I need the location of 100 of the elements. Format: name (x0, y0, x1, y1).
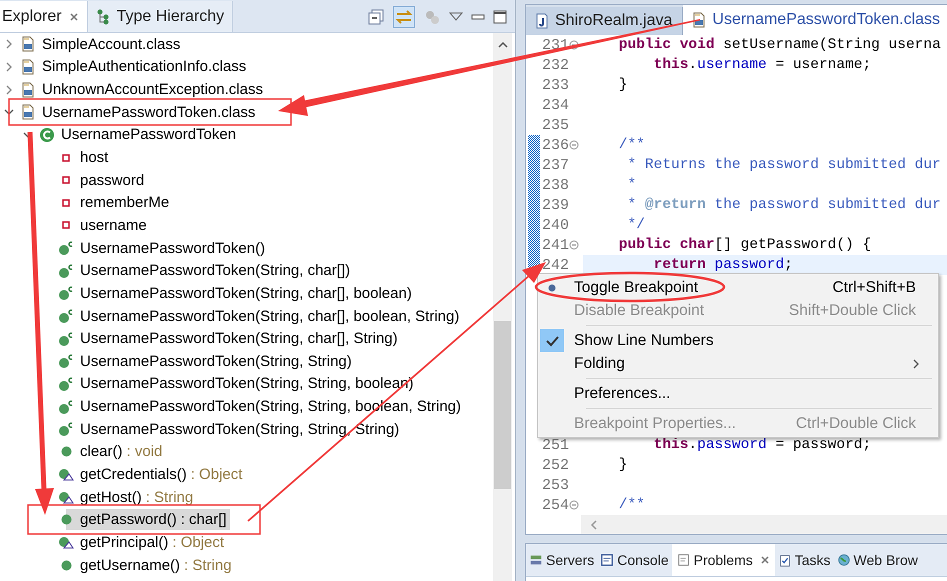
view-tab[interactable]: Tasks (774, 544, 834, 576)
implementing-method-icon (58, 534, 74, 550)
line-number: 252 (541, 456, 569, 474)
tree-item[interactable]: UsernamePasswordToken(String, String) (77, 350, 355, 372)
tree-item[interactable]: rememberMe (77, 192, 172, 214)
line-number: 233 (541, 76, 569, 94)
class-file-icon (20, 82, 36, 98)
line-number: 251 (541, 436, 569, 454)
line-number: 235 (541, 116, 569, 134)
scroll-left-icon[interactable] (589, 518, 599, 530)
constructor-icon (58, 308, 74, 324)
view-tab[interactable]: Console (597, 544, 672, 576)
java-file-icon (534, 13, 550, 29)
breakpoint-dot-icon (548, 284, 556, 292)
tree-item[interactable]: UsernamePasswordToken (58, 124, 240, 146)
menu-item[interactable]: Show Line Numbers (540, 329, 936, 352)
line-number: 241 (541, 236, 569, 254)
code-line: this.username = username; (652, 56, 872, 75)
tree-item[interactable]: getUsername() : String (77, 554, 235, 576)
view-menu-icon[interactable] (449, 12, 463, 22)
tree-item[interactable]: clear() : void (77, 441, 166, 462)
tree-item[interactable]: UsernamePasswordToken() (77, 238, 268, 259)
tree-item[interactable]: host (77, 147, 112, 168)
collapsed-caret-icon[interactable] (4, 62, 14, 72)
class-file-icon (691, 12, 708, 28)
code-line: /** (618, 136, 646, 155)
menu-item[interactable]: Toggle Breakpoint Ctrl+Shift+B (540, 276, 936, 299)
constructor-icon (58, 285, 74, 302)
method-icon (60, 514, 72, 526)
line-number: 232 (541, 56, 569, 74)
servers-icon (529, 553, 543, 567)
collapsed-caret-icon[interactable] (4, 84, 14, 95)
code-line: this.password = password; (652, 436, 872, 455)
tree-item[interactable]: UsernamePasswordToken(String, char[], boolean, String) (77, 306, 462, 326)
collapsed-caret-icon[interactable] (4, 39, 14, 50)
tree-item[interactable]: UsernamePasswordToken(String, String, String) (77, 418, 402, 440)
line-number: 238 (541, 176, 569, 194)
constructor-icon (58, 376, 74, 392)
implementing-method-icon (58, 489, 74, 506)
tree-item[interactable]: UsernamePasswordToken(String, char[], boolean) (77, 282, 415, 304)
fold-icon[interactable] (569, 500, 579, 510)
link-with-editor-icon[interactable] (393, 6, 415, 28)
line-number: 239 (541, 196, 569, 214)
problems-icon (676, 553, 691, 567)
code-line: public char[] getPassword() { (618, 236, 872, 255)
view-tab[interactable]: Web Brow (834, 544, 921, 576)
constructor-icon (58, 398, 74, 415)
menu-item[interactable]: Folding (540, 352, 936, 375)
view-tab[interactable]: Problems (672, 544, 775, 576)
line-number: 240 (541, 216, 569, 234)
tree-item[interactable]: getPassword() : char[] (66, 509, 230, 530)
tree-item[interactable]: getPrincipal() : Object (77, 532, 228, 553)
tree-item[interactable]: UsernamePasswordToken.class (39, 102, 258, 123)
collapse-all-icon[interactable] (367, 8, 385, 26)
constructor-icon (58, 353, 74, 370)
line-number: 236 (541, 136, 569, 154)
close-icon[interactable] (68, 12, 79, 22)
close-icon[interactable] (760, 555, 770, 565)
code-line: */ (626, 216, 646, 235)
tree-item[interactable]: getHost() : String (77, 486, 196, 508)
maximize-icon[interactable] (493, 10, 507, 24)
tree-item[interactable]: username (77, 214, 150, 236)
tree-item[interactable]: SimpleAuthenticationInfo.class (39, 56, 250, 78)
class-file-icon (20, 104, 36, 120)
view-tab[interactable]: Servers (526, 544, 598, 576)
editor-tab[interactable]: ShiroRealm.java (526, 7, 684, 35)
view-tab[interactable]: Type Hierarchy (88, 1, 234, 32)
code-line: * (626, 176, 638, 195)
line-number: 237 (541, 156, 569, 174)
constructor-icon (58, 421, 74, 438)
tree-item[interactable]: SimpleAccount.class (39, 34, 184, 55)
scrollbar[interactable] (493, 33, 512, 581)
class-icon (39, 126, 55, 143)
horizontal-scrollbar[interactable] (581, 515, 947, 534)
implementing-method-icon (58, 466, 74, 482)
field-icon (60, 219, 72, 232)
tree-item[interactable]: UsernamePasswordToken(String, char[]) (77, 260, 354, 282)
method-icon (60, 446, 72, 458)
field-icon (60, 196, 72, 209)
code-line: * Returns the password submitted dur (626, 156, 942, 175)
tasks-icon (778, 553, 792, 567)
tree-item[interactable]: getCredentials() : Object (77, 464, 246, 485)
fold-icon[interactable] (569, 240, 579, 250)
editor-tab[interactable]: UsernamePasswordToken.class (683, 5, 947, 35)
console-icon (600, 553, 614, 567)
line-number: 254 (541, 496, 569, 514)
tree-item[interactable]: UnknownAccountException.class (39, 79, 266, 100)
class-file-icon (20, 36, 36, 52)
globe-icon (836, 553, 851, 567)
line-number: 253 (541, 476, 569, 494)
menu-item[interactable]: Preferences... (540, 382, 936, 405)
fold-icon[interactable] (569, 140, 579, 150)
code-line: } (618, 456, 629, 475)
field-icon (60, 174, 72, 186)
tree-item[interactable]: password (77, 170, 148, 191)
tree-item[interactable]: UsernamePasswordToken(String, char[], String) (77, 328, 401, 350)
code-line: * @return the password submitted dur (626, 196, 942, 215)
view-tab[interactable]: Explorer (0, 1, 88, 32)
line-number: 234 (541, 96, 569, 114)
field-icon (60, 152, 72, 164)
